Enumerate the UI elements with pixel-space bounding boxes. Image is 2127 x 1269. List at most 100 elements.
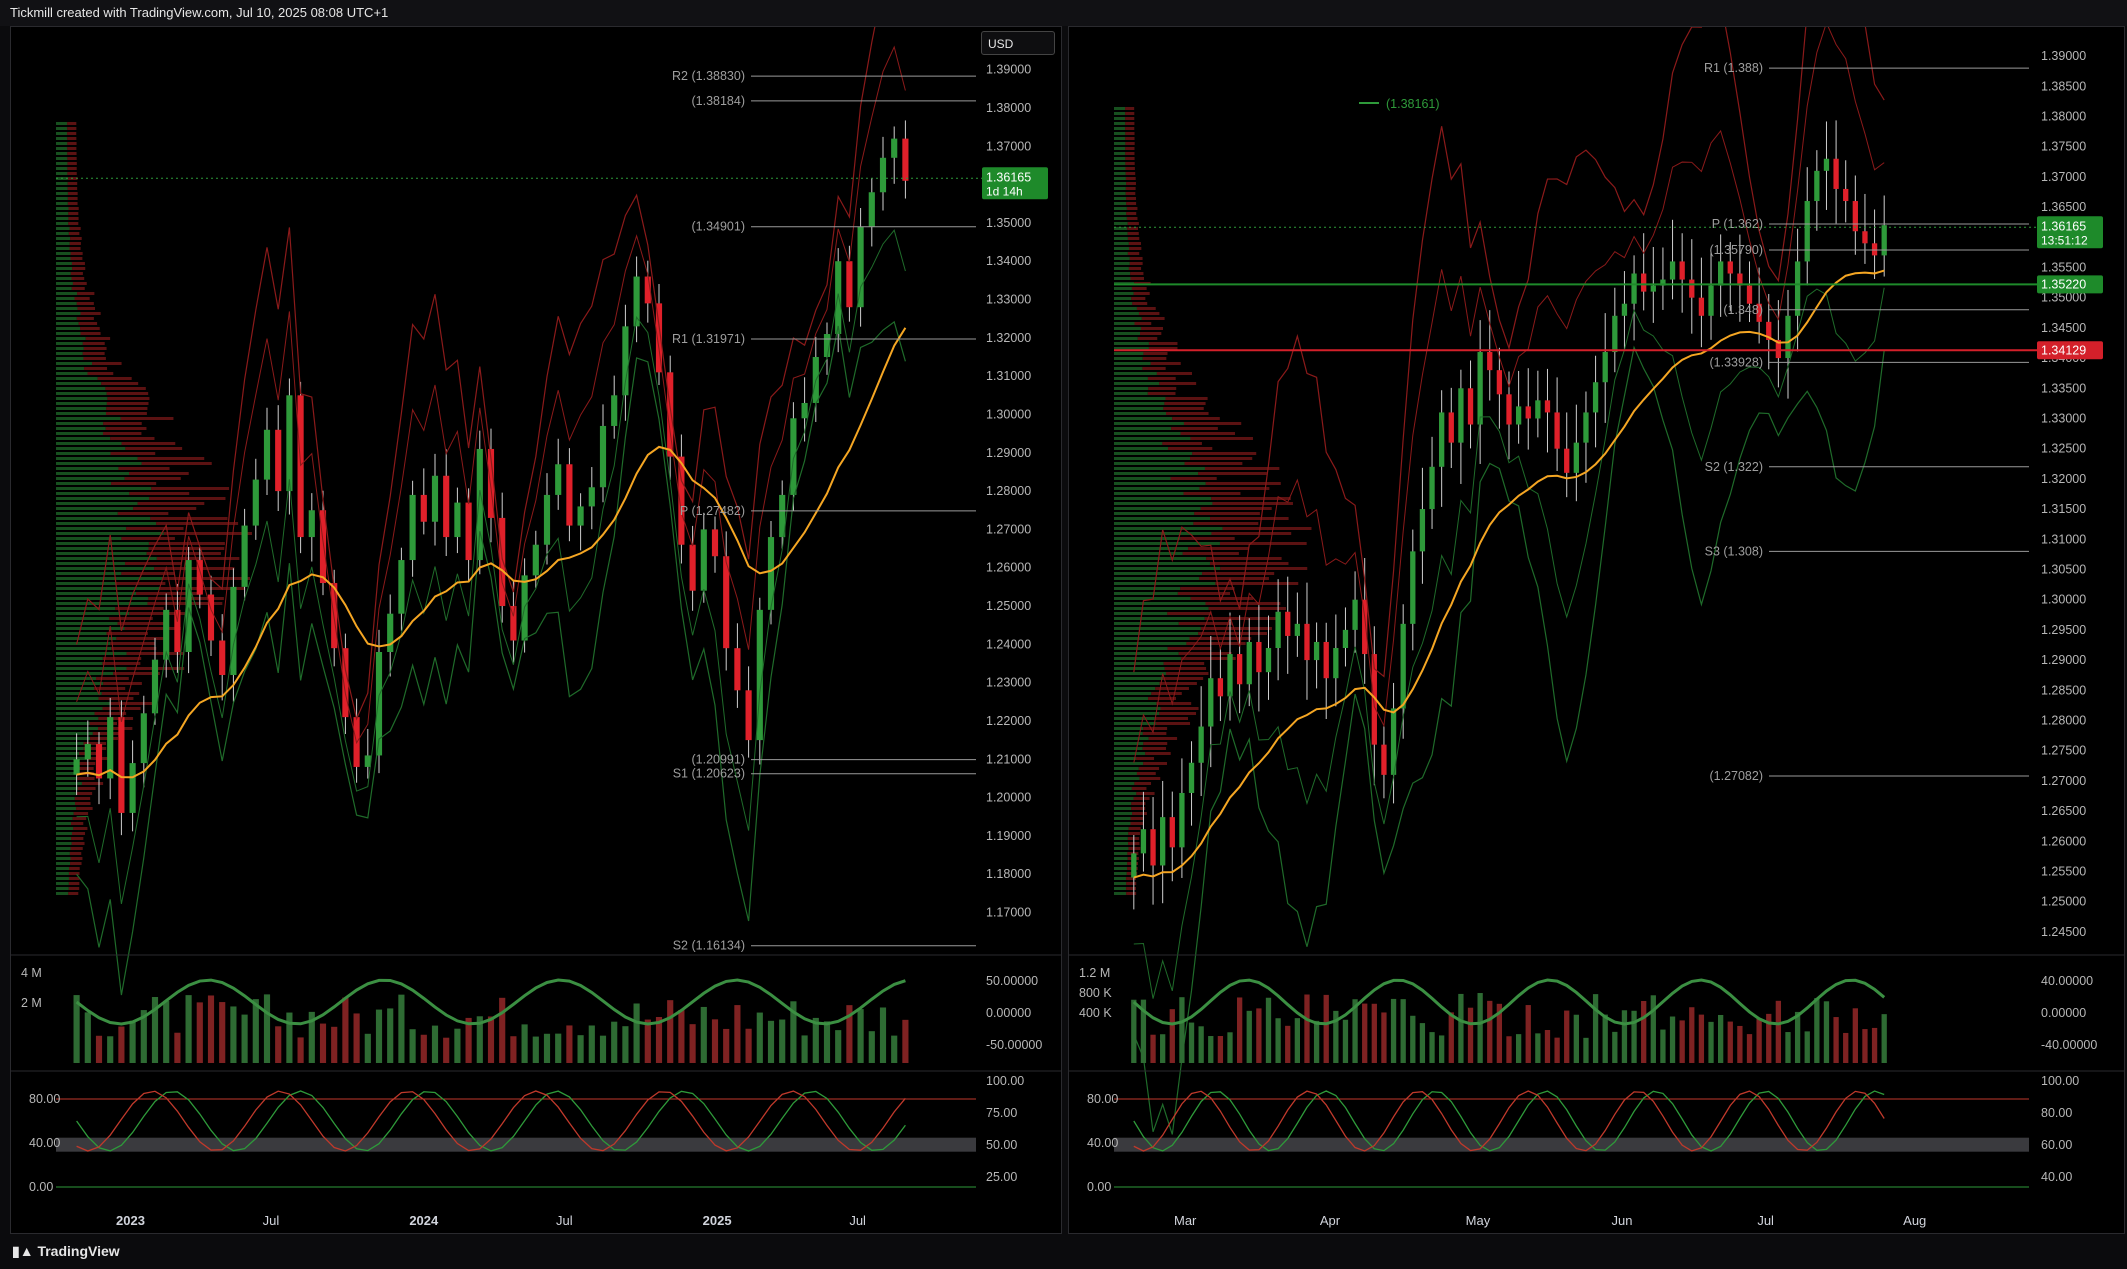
volume-profile-bar [116, 582, 166, 585]
volume-profile-bar [56, 642, 111, 645]
volume-profile-bar [1114, 472, 1199, 475]
volume-bar [1756, 1018, 1762, 1063]
volume-bar [1852, 1008, 1858, 1063]
volume-profile-bar [72, 267, 86, 270]
volume-profile-bar [71, 262, 85, 265]
volume-profile-bar [73, 827, 88, 830]
x-tick-label: Jul [1757, 1213, 1774, 1228]
volume-bar [1833, 1017, 1839, 1063]
y-tick-label: 1.20000 [986, 791, 1031, 805]
volume-profile-bar [1131, 287, 1147, 290]
y-tick-label: 1.27000 [2041, 774, 2086, 788]
stochastic-tick-right: 25.00 [986, 1170, 1017, 1184]
volume-profile-bar [1114, 882, 1127, 885]
volume-profile-bar [56, 517, 151, 520]
volume-profile-bar [1198, 472, 1267, 475]
volume-profile-bar [107, 397, 150, 400]
volume-profile-bar [1184, 462, 1243, 465]
volume-profile-bar [70, 857, 83, 860]
chart-svg-right[interactable]: 1.39000 1.38500 1.38000 1.37500 1.37000 1.365… [1069, 27, 2124, 1233]
volume-profile-bar [102, 657, 142, 660]
volume-profile-bar [1125, 172, 1136, 175]
volume-profile-bar [106, 407, 148, 410]
x-tick-label: Jul [556, 1213, 573, 1228]
volume-profile-bar [56, 422, 104, 425]
volume-profile-bar [1202, 572, 1275, 575]
oscillator-line [1132, 978, 1886, 1026]
volume-profile-bar [1131, 787, 1147, 790]
candle-body [1689, 279, 1695, 298]
volume-bar [1631, 1010, 1637, 1063]
volume-profile-bar [56, 477, 125, 480]
legend-value: (1.38161) [1386, 97, 1440, 111]
volume-profile-bar [70, 252, 83, 255]
volume-profile-bar [94, 687, 126, 690]
volume-profile-bar [56, 462, 142, 465]
candle-body [1198, 726, 1204, 763]
volume-bar [163, 1000, 170, 1063]
candle-body [1160, 817, 1166, 866]
volume-profile-bar [73, 812, 89, 815]
volume-bar [1227, 1032, 1233, 1063]
volume-profile-bar [1142, 357, 1167, 360]
y-tick-label: 1.31500 [2041, 502, 2086, 516]
candle-body [1323, 641, 1329, 679]
volume-profile-bar [56, 657, 103, 660]
volume-profile-bar [56, 272, 71, 275]
y-tick-label: 1.27000 [986, 522, 1031, 536]
volume-profile-bar [1125, 152, 1135, 155]
volume-profile-bar [56, 562, 126, 565]
tradingview-logo[interactable]: ▮▲ TradingView [12, 1243, 120, 1259]
volume-profile-bar [126, 527, 184, 530]
chart-panel-right[interactable]: 1.39000 1.38500 1.38000 1.37500 1.37000 1.365… [1068, 26, 2125, 1234]
volume-profile-bar [56, 702, 111, 705]
candle-body [1236, 654, 1243, 685]
volume-profile-bar [1114, 592, 1178, 595]
chart-svg-left[interactable]: 1.390001.380001.370001.360001.350001.340… [11, 27, 1061, 1233]
volume-profile-bar [1130, 277, 1144, 280]
candle-body [1169, 817, 1175, 848]
volume-profile-bar [82, 342, 105, 345]
currency-button[interactable]: USD [981, 31, 1055, 55]
volume-profile-bar [56, 597, 149, 600]
volume-profile-bar [1114, 582, 1216, 585]
y-tick-label: 1.24500 [2041, 925, 2086, 939]
volume-profile-bar [1114, 172, 1126, 175]
volume-profile-bar [67, 162, 77, 165]
last-price-countdown: 1d 14h [986, 184, 1023, 198]
chart-panel-left[interactable]: 1.390001.380001.370001.360001.350001.340… [10, 26, 1062, 1234]
volume-bar [1621, 1010, 1628, 1063]
volume-profile-bar [1126, 197, 1137, 200]
volume-profile-bar [77, 307, 96, 310]
y-tick-label: 1.38500 [2041, 79, 2086, 93]
volume-profile-bar [56, 797, 75, 800]
volume-profile-bar [1114, 212, 1127, 215]
volume-profile-bar [56, 377, 98, 380]
volume-profile-bar [1114, 237, 1128, 240]
volume-bar [499, 997, 506, 1063]
attribution-bar: Tickmill created with TradingView.com, J… [0, 0, 2127, 26]
pivot-level-label: P (1.27482) [680, 504, 745, 518]
volume-bar [1583, 1037, 1589, 1063]
volume-bar [1871, 1027, 1878, 1063]
volume-profile-bar [150, 517, 228, 520]
volume-profile-bar [105, 387, 146, 390]
y-tick-label: 1.39000 [2041, 49, 2086, 63]
volume-profile-bar [1141, 317, 1165, 320]
volume-profile-bar [56, 572, 122, 575]
volume-profile-bar [1114, 352, 1144, 355]
volume-profile-bar [1114, 727, 1144, 730]
volume-profile-bar [129, 492, 190, 495]
volume-bar [689, 1024, 696, 1063]
volume-profile-bar [1114, 812, 1133, 815]
volume-profile-bar [1211, 532, 1292, 535]
volume-bar [1650, 995, 1656, 1063]
volume-profile-bar [56, 852, 70, 855]
volume-profile-bar [67, 152, 77, 155]
volume-profile-bar [67, 122, 77, 125]
volume-bar [1400, 999, 1406, 1063]
volume-profile-bar [56, 207, 69, 210]
volume-profile-bar [56, 512, 118, 515]
candle-body [1564, 448, 1570, 473]
volume-bar [1515, 1034, 1522, 1063]
